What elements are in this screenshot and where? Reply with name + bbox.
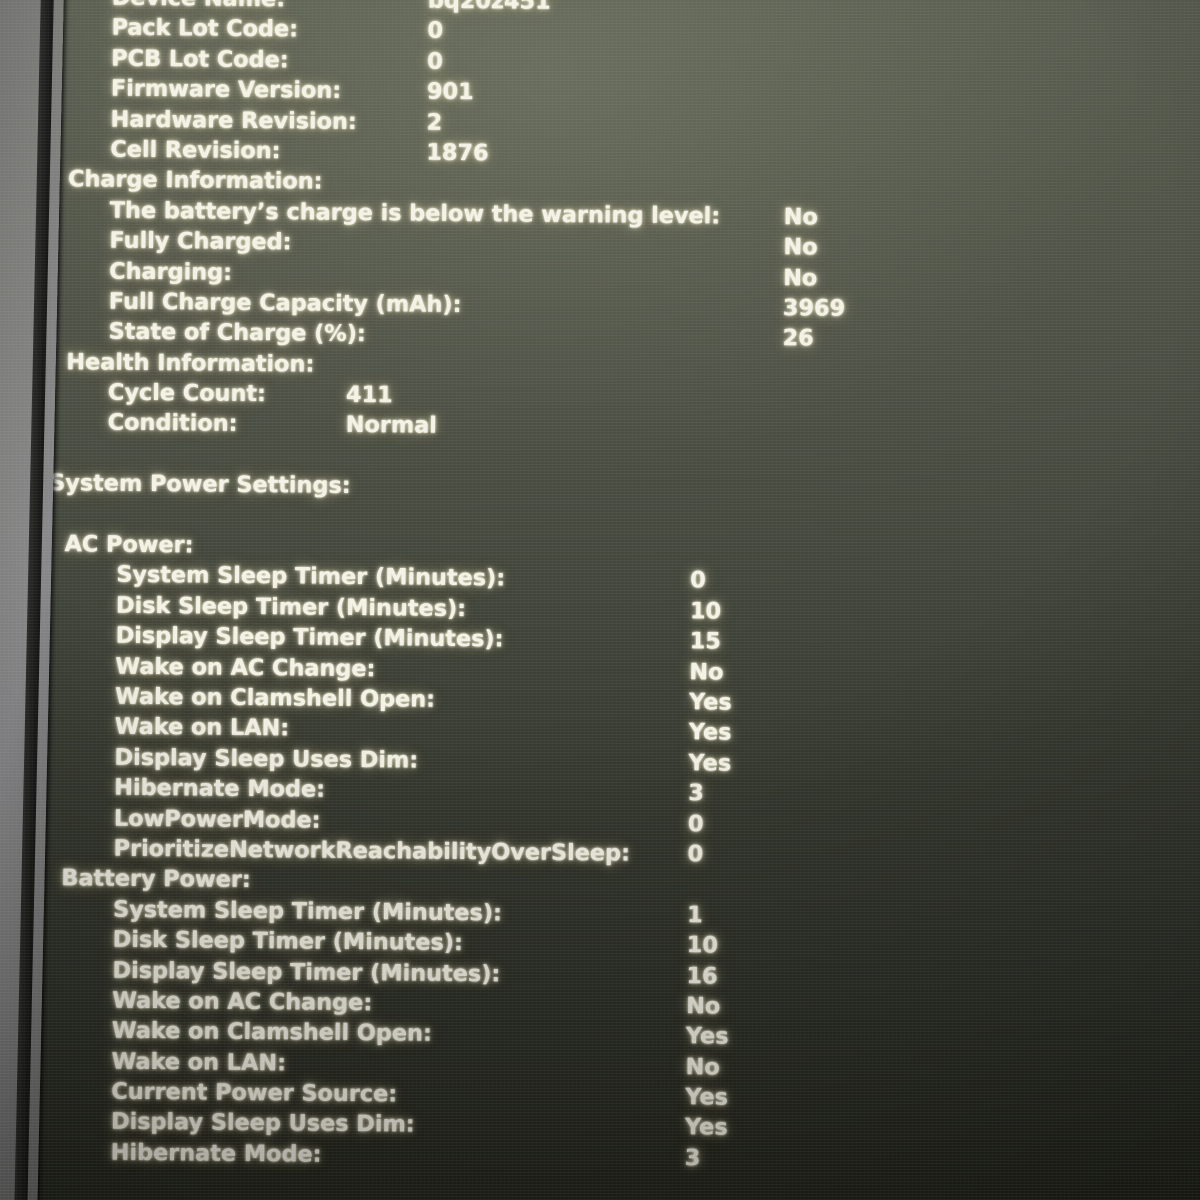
value-ac-display-sleep-timer: 15 [689,628,721,655]
label-ac-wake-on-clamshell-open: Wake on Clamshell Open: [114,683,436,713]
value-state-of-charge: 26 [782,325,814,352]
label-bat-hibernate-mode: Hibernate Mode: [110,1139,322,1168]
value-bat-wake-on-lan: No [685,1053,720,1081]
label-cycle-count: Cycle Count: [107,379,267,408]
value-bat-system-sleep-timer: 1 [686,901,703,929]
value-cell-revision: 1876 [426,139,489,167]
label-bat-wake-on-lan: Wake on LAN: [111,1048,287,1077]
value-pcb-lot-code: 0 [427,48,443,75]
value-device-name: bq20z451 [427,0,551,15]
value-pack-lot-code: 0 [427,18,444,45]
value-ac-hibernate-mode: 3 [688,780,704,807]
label-ac-prioritize-network-reachability: PrioritizeNetworkReachabilityOverSleep: [113,835,631,867]
label-bat-wake-on-ac-change: Wake on AC Change: [112,987,373,1017]
value-condition: Normal [345,412,437,440]
value-bat-hibernate-mode: 3 [684,1145,701,1172]
value-bat-display-sleep-timer: 16 [686,962,718,989]
value-full-charge-capacity: 3969 [782,294,846,322]
value-ac-wake-on-ac-change: No [689,658,724,686]
label-fully-charged: Fully Charged: [109,227,292,256]
value-ac-prioritize-network-reachability: 0 [687,841,704,868]
label-health-information: Health Information: [66,348,315,378]
label-ac-display-sleep-timer: Display Sleep Timer (Minutes): [115,622,504,653]
label-firmware-version: Firmware Version: [110,75,342,104]
screen-photo: Model Information: Device Name: bq20z451… [0,0,1200,1200]
value-bat-current-power-source: Yes [685,1084,728,1111]
label-condition: Condition: [107,410,238,438]
label-ac-system-sleep-timer: System Sleep Timer (Minutes): [116,562,506,592]
label-cell-revision: Cell Revision: [110,136,281,165]
value-cycle-count: 411 [345,381,393,409]
value-charging: No [783,264,818,291]
value-below-warning-level: No [783,203,818,231]
label-pack-lot-code: Pack Lot Code: [111,15,299,43]
label-pcb-lot-code: PCB Lot Code: [111,45,289,74]
label-ac-display-sleep-uses-dim: Display Sleep Uses Dim: [114,744,419,774]
value-hardware-revision: 2 [426,109,443,136]
value-ac-wake-on-clamshell-open: Yes [688,689,732,716]
label-ac-hibernate-mode: Hibernate Mode: [114,774,326,803]
value-ac-lowpowermode: 0 [687,810,704,837]
value-bat-wake-on-ac-change: No [686,993,721,1020]
label-ac-power: AC Power: [64,531,194,559]
label-charge-information: Charge Information: [67,166,323,195]
value-bat-disk-sleep-timer: 10 [686,932,718,959]
label-state-of-charge: State of Charge (%): [108,318,366,348]
value-fully-charged: No [783,234,818,261]
label-full-charge-capacity: Full Charge Capacity (mAh): [108,288,462,318]
label-bat-wake-on-clamshell-open: Wake on Clamshell Open: [111,1017,432,1048]
label-bat-display-sleep-uses-dim: Display Sleep Uses Dim: [110,1109,415,1139]
label-charging: Charging: [109,258,233,286]
label-system-power-settings: System Power Settings: [49,470,351,500]
value-bat-wake-on-clamshell-open: Yes [685,1023,729,1050]
label-bat-disk-sleep-timer: Disk Sleep Timer (Minutes): [112,926,463,957]
label-bat-display-sleep-timer: Display Sleep Timer (Minutes): [112,957,501,987]
value-bat-display-sleep-uses-dim: Yes [684,1114,728,1142]
value-ac-disk-sleep-timer: 10 [689,598,722,625]
value-firmware-version: 901 [426,78,474,106]
value-ac-wake-on-lan: Yes [688,719,732,746]
label-ac-lowpowermode: LowPowerMode: [113,805,321,834]
label-ac-wake-on-lan: Wake on LAN: [114,714,290,742]
label-ac-disk-sleep-timer: Disk Sleep Timer (Minutes): [115,592,467,622]
label-battery-power: Battery Power: [61,865,251,894]
power-report: Model Information: Device Name: bq20z451… [37,0,1200,1178]
label-bat-current-power-source: Current Power Source: [111,1078,398,1108]
label-ac-wake-on-ac-change: Wake on AC Change: [115,653,376,682]
label-bat-system-sleep-timer: System Sleep Timer (Minutes): [112,896,502,927]
value-ac-system-sleep-timer: 0 [690,567,706,594]
value-ac-display-sleep-uses-dim: Yes [688,749,732,777]
label-hardware-revision: Hardware Revision: [110,106,357,135]
